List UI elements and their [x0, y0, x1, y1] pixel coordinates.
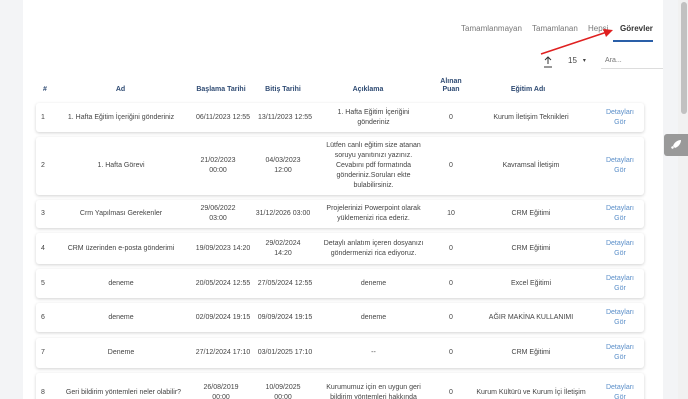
row-score: 10: [447, 210, 455, 217]
col-score: Alınan Puan: [440, 78, 462, 93]
row-number: 2: [41, 162, 45, 169]
row-name: Deneme: [107, 349, 135, 356]
row-start: 02/09/2024 19:15: [195, 313, 251, 321]
col-course: Eğitim Adı: [510, 86, 546, 93]
row-start: 27/12/2024 17:10: [195, 349, 251, 356]
row-end: 03/01/2025 17:10: [257, 349, 313, 356]
rocket-icon: [671, 140, 681, 149]
per-page-value: 15: [568, 55, 577, 65]
row-course: Kurum İletişim Teknikleri: [493, 113, 569, 121]
row-description: Kurumumuz için en uygun geri bildirim yö…: [326, 384, 421, 399]
row-name: Crm Yapılması Gerekenler: [79, 210, 163, 217]
row-start: 19/09/2023 14:20: [195, 244, 251, 252]
col-number: #: [43, 86, 47, 93]
row-description: deneme: [360, 279, 387, 287]
row-description: --: [371, 349, 376, 356]
row-end: 09/09/2024 19:15: [257, 313, 313, 321]
row-number: 8: [41, 389, 45, 396]
row-end: 10/09/2025 00:00: [265, 384, 301, 399]
row-course: Kavramsal İletişim: [502, 162, 560, 169]
row-score: 0: [449, 244, 453, 252]
row-score: 0: [449, 349, 453, 356]
tab-tasks[interactable]: Görevler: [620, 24, 653, 33]
row-end: 29/02/2024 14:20: [265, 239, 301, 257]
details-link[interactable]: Detayları Gör: [602, 233, 638, 264]
row-course: Kurum Kültürü ve Kurum İçi İletişim: [476, 389, 586, 396]
row-name: CRM üzerinden e-posta gönderimi: [67, 244, 175, 252]
scrollbar-thumb[interactable]: [681, 2, 687, 114]
details-link[interactable]: Detayları Gör: [602, 373, 638, 399]
table-row: 8 Geri bildirim yöntemleri neler olabili…: [36, 373, 644, 399]
row-name: Geri bildirim yöntemleri neler olabilir?: [65, 389, 182, 396]
table-header: # Ad Başlama Tarihi Bitiş Tarihi Açıklam…: [23, 78, 663, 98]
row-number: 6: [41, 313, 45, 321]
row-start: 20/05/2024 12:55: [195, 279, 251, 287]
details-link[interactable]: Detayları Gör: [602, 137, 638, 195]
row-start: 26/08/2019 00:00: [203, 384, 239, 399]
col-name: Ad: [115, 86, 126, 93]
tasks-panel: Tamamlanmayan Tamamlanan Hepsi Görevler …: [23, 0, 663, 399]
row-start: 21/02/2023 00:00: [200, 157, 236, 174]
upload-icon[interactable]: [543, 56, 553, 68]
row-end: 31/12/2026 03:00: [255, 210, 311, 217]
tab-incomplete[interactable]: Tamamlanmayan: [461, 24, 522, 33]
row-start: 29/06/2022 03:00: [200, 205, 236, 222]
row-description: Lütfen canlı eğitim size atanan soruyu y…: [326, 142, 421, 189]
row-course: Excel Eğitimi: [510, 279, 552, 287]
row-score: 0: [449, 113, 453, 121]
rocket-button[interactable]: [664, 134, 688, 156]
col-description: Açıklama: [352, 86, 384, 93]
search-input[interactable]: [601, 52, 663, 69]
row-end: 13/11/2023 12:55: [258, 113, 312, 121]
row-end: 04/03/2023 12:00: [265, 157, 301, 174]
row-end: 27/05/2024 12:55: [257, 279, 313, 287]
row-name: deneme: [108, 313, 134, 321]
row-course: CRM Eğitimi: [511, 349, 551, 356]
row-name: 1. Hafta Görevi: [97, 162, 145, 169]
row-course: CRM Eğitimi: [511, 244, 551, 252]
details-link[interactable]: Detayları Gör: [602, 103, 638, 132]
row-description: 1. Hafta Eğitim İçeriğini gönderiniz: [337, 108, 410, 126]
row-description: Projelerinizi Powerpoint olarak yüklemen…: [326, 205, 421, 222]
row-number: 5: [41, 279, 45, 287]
table-row: 5 deneme 20/05/2024 12:55 27/05/2024 12:…: [36, 269, 644, 298]
table-row: 6 deneme 02/09/2024 19:15 09/09/2024 19:…: [36, 303, 644, 332]
table-row: 2 1. Hafta Görevi 21/02/2023 00:00 04/03…: [36, 137, 644, 195]
details-link[interactable]: Detayları Gör: [602, 303, 638, 332]
row-name: deneme: [108, 279, 134, 287]
table-row: 3 Crm Yapılması Gerekenler 29/06/2022 03…: [36, 200, 644, 228]
table-row: 7 Deneme 27/12/2024 17:10 03/01/2025 17:…: [36, 338, 644, 368]
col-end-date: Bitiş Tarihi: [265, 86, 301, 93]
row-score: 0: [449, 313, 453, 321]
row-name: 1. Hafta Eğitim İçeriğini gönderiniz: [67, 113, 175, 121]
row-score: 0: [449, 389, 453, 396]
details-link[interactable]: Detayları Gör: [602, 269, 638, 298]
row-score: 0: [449, 279, 453, 287]
row-number: 4: [41, 244, 45, 252]
row-course: CRM Eğitimi: [511, 210, 551, 217]
row-course: AĞIR MAKİNA KULLANIMI: [488, 313, 574, 321]
table-row: 4 CRM üzerinden e-posta gönderimi 19/09/…: [36, 233, 644, 264]
row-score: 0: [449, 162, 453, 169]
row-number: 7: [41, 349, 45, 356]
table-row: 1 1. Hafta Eğitim İçeriğini gönderiniz 0…: [36, 103, 644, 132]
row-number: 1: [41, 113, 45, 121]
row-description: deneme: [360, 313, 387, 321]
details-link[interactable]: Detayları Gör: [602, 338, 638, 368]
row-number: 3: [41, 210, 45, 217]
details-link[interactable]: Detayları Gör: [602, 200, 638, 228]
chevron-down-icon: ▾: [582, 57, 586, 64]
row-start: 06/11/2023 12:55: [196, 113, 250, 121]
col-start-date: Başlama Tarihi: [196, 86, 246, 93]
row-description: Detaylı anlatım içeren dosyanızı gönderm…: [323, 239, 424, 257]
